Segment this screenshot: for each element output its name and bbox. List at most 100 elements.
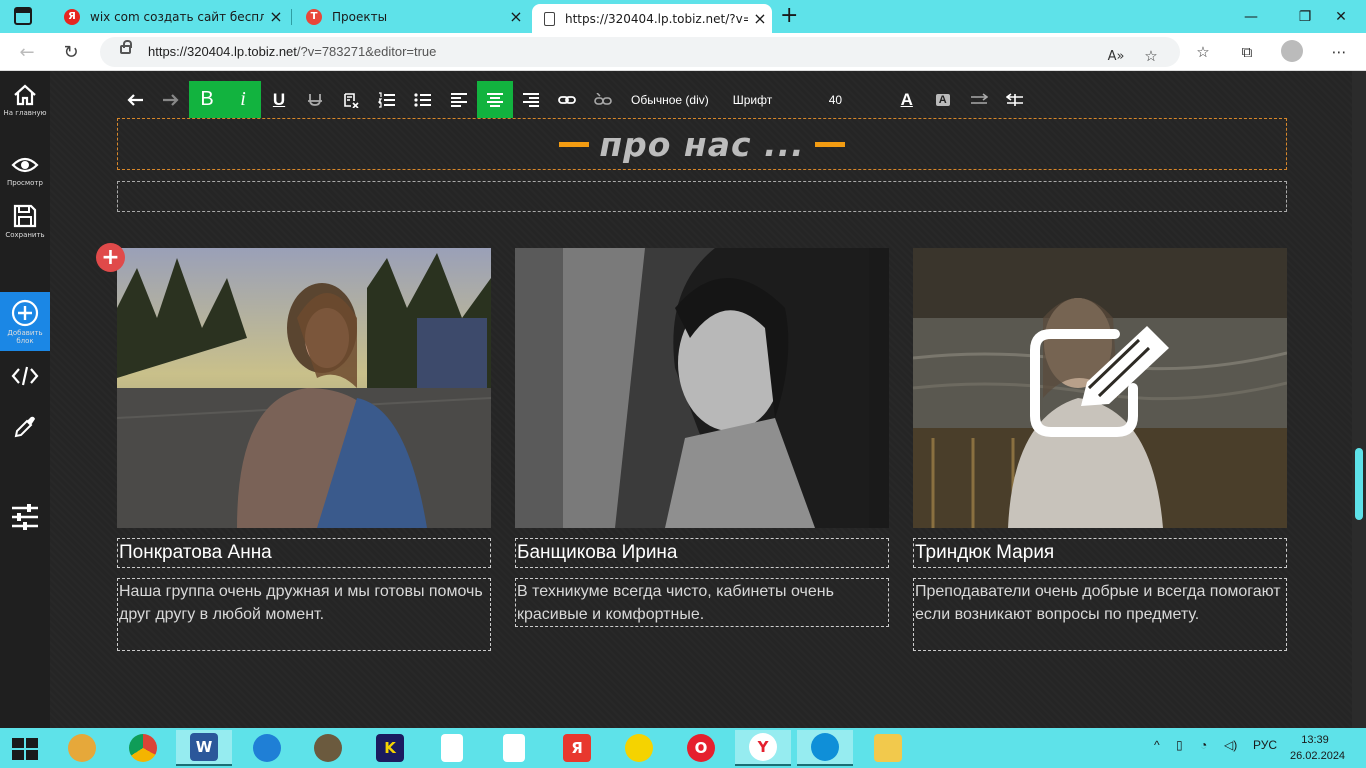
member-description-block[interactable]: Преподаватели очень добрые и всегда помо… (913, 578, 1287, 651)
taskbar-explorer-app[interactable] (860, 730, 916, 766)
member-photo[interactable] (913, 248, 1287, 528)
text-color-button[interactable]: A (889, 81, 925, 118)
taskbar-yandex-app[interactable]: Y (735, 730, 791, 766)
member-description-block[interactable]: Наша группа очень дружная и мы готовы по… (117, 578, 491, 651)
strikethrough-icon[interactable] (297, 81, 333, 118)
taskbar-yandex-music-app[interactable] (611, 730, 667, 766)
scrollbar-thumb[interactable] (1355, 448, 1363, 520)
address-bar: ← ↻ https://320404.lp.tobiz.net/?v=78327… (0, 33, 1366, 71)
member-description[interactable]: Преподаватели очень добрые и всегда помо… (915, 580, 1285, 626)
tab-actions-icon[interactable] (14, 7, 32, 25)
italic-button[interactable]: i (225, 81, 261, 118)
align-left-icon[interactable] (441, 81, 477, 118)
member-photo[interactable] (515, 248, 889, 528)
font-size-select[interactable]: 40 (809, 93, 889, 107)
undo-icon[interactable] (117, 81, 153, 118)
favorites-icon[interactable]: ☆ (1192, 41, 1214, 63)
language-indicator[interactable]: РУС (1253, 738, 1277, 752)
volume-icon[interactable]: ◁) (1224, 738, 1237, 752)
show-hidden-icons[interactable]: ^ (1154, 738, 1160, 752)
sidebar-item-pipette[interactable] (0, 414, 50, 440)
bold-button[interactable]: B (189, 81, 225, 118)
ordered-list-icon[interactable] (369, 81, 405, 118)
edit-icon[interactable] (1029, 326, 1173, 441)
system-clock[interactable]: 13:39 26.02.2024 (1290, 732, 1345, 764)
messenger-icon (253, 734, 281, 762)
member-name[interactable]: Триндюк Мария (915, 542, 1054, 564)
taskbar-kinopoisk-app[interactable]: K (362, 730, 418, 766)
member-description[interactable]: В техникуме всегда чисто, кабинеты очень… (517, 580, 887, 626)
taskbar-chrome-app[interactable] (115, 730, 171, 766)
clear-format-icon[interactable] (333, 81, 369, 118)
add-favorite-icon[interactable]: ☆ (1140, 45, 1162, 67)
bullet-list-icon[interactable] (405, 81, 441, 118)
reload-icon[interactable]: ↻ (58, 39, 84, 65)
unlink-icon[interactable] (585, 81, 621, 118)
taskbar-edge-app[interactable] (797, 730, 853, 766)
line-height-icon[interactable] (997, 81, 1033, 118)
taskbar-messenger-app[interactable] (239, 730, 295, 766)
font-family-select[interactable]: Шрифт (719, 93, 809, 107)
yandex-icon: Я (64, 8, 80, 25)
read-aloud-icon[interactable]: A» (1105, 45, 1127, 67)
browser-tab-strip: Я wix com создать сайт бесплатн × T Прое… (0, 0, 1366, 33)
sidebar-item-save[interactable]: Сохранить (0, 203, 50, 239)
windows-start-icon[interactable] (12, 738, 38, 760)
link-icon[interactable] (549, 81, 585, 118)
browser-tab-projects[interactable]: T Проекты × (294, 0, 528, 33)
block-format-select[interactable]: Обычное (div) (621, 93, 719, 107)
member-description-block[interactable]: В техникуме всегда чисто, кабинеты очень… (515, 578, 889, 627)
network-icon[interactable]: ◔ (1200, 738, 1207, 752)
close-icon[interactable]: × (748, 9, 772, 28)
sidebar-item-preview[interactable]: Просмотр (0, 153, 50, 187)
add-element-button[interactable]: + (96, 243, 125, 272)
tab-title: Проекты (332, 9, 388, 24)
title-dash-right (814, 141, 845, 147)
url-input[interactable]: https://320404.lp.tobiz.net/?v=783271&ed… (100, 37, 1180, 67)
yandex-icon: Я (563, 734, 591, 762)
background-color-button[interactable]: A (925, 81, 961, 118)
section-title[interactable]: про нас ... (599, 125, 804, 164)
align-right-icon[interactable] (513, 81, 549, 118)
taskbar-yandex-browser-app[interactable]: Я (549, 730, 605, 766)
browser-tab-wix[interactable]: Я wix com создать сайт бесплатн × (52, 0, 288, 33)
profile-avatar[interactable] (1281, 40, 1303, 62)
taskbar-file-app[interactable] (486, 730, 542, 766)
sidebar-item-label: Просмотр (7, 179, 43, 187)
new-tab-icon[interactable]: + (780, 3, 798, 28)
sidebar-item-home[interactable]: На главную (0, 83, 50, 117)
redo-icon[interactable] (153, 81, 189, 118)
taskbar-paint-app[interactable] (54, 730, 110, 766)
window-close-icon[interactable]: ✕ (1318, 0, 1364, 33)
back-icon[interactable]: ← (14, 39, 40, 65)
page-scrollbar[interactable] (1352, 71, 1366, 728)
collections-icon[interactable]: ⧉ (1236, 41, 1258, 63)
member-description[interactable]: Наша группа очень дружная и мы готовы по… (119, 580, 489, 626)
taskbar-file-app[interactable] (424, 730, 480, 766)
member-name-block[interactable]: Понкратова Анна (117, 538, 491, 568)
sidebar-item-code[interactable] (0, 364, 50, 388)
member-photo[interactable] (117, 248, 491, 528)
member-name-block[interactable]: Банщикова Ирина (515, 538, 889, 568)
battery-icon[interactable]: ▯ (1176, 738, 1183, 752)
member-name[interactable]: Банщикова Ирина (517, 542, 678, 564)
taskbar-word-app[interactable]: W (176, 730, 232, 766)
align-center-icon[interactable] (477, 81, 513, 118)
member-name[interactable]: Понкратова Анна (119, 542, 272, 564)
more-menu-icon[interactable]: ⋯ (1328, 41, 1350, 63)
empty-text-block[interactable] (117, 181, 1287, 212)
browser-tab-active[interactable]: https://320404.lp.tobiz.net/?v=7 × (532, 4, 772, 33)
close-icon[interactable]: × (264, 7, 288, 26)
taskbar-opera-app[interactable]: O (673, 730, 729, 766)
letter-spacing-icon[interactable] (961, 81, 997, 118)
sidebar-item-settings[interactable] (0, 503, 50, 531)
section-title-block[interactable]: про нас ... (117, 118, 1287, 170)
sidebar-item-add-block[interactable]: Добавить блок (0, 292, 50, 351)
taskbar-gimp-app[interactable] (300, 730, 356, 766)
member-name-block[interactable]: Триндюк Мария (913, 538, 1287, 568)
tab-separator (291, 9, 292, 25)
minimize-icon[interactable]: — (1228, 0, 1274, 33)
underline-button[interactable]: U (261, 81, 297, 118)
sidebar-item-label: Добавить блок (7, 328, 43, 345)
close-icon[interactable]: × (504, 7, 528, 26)
